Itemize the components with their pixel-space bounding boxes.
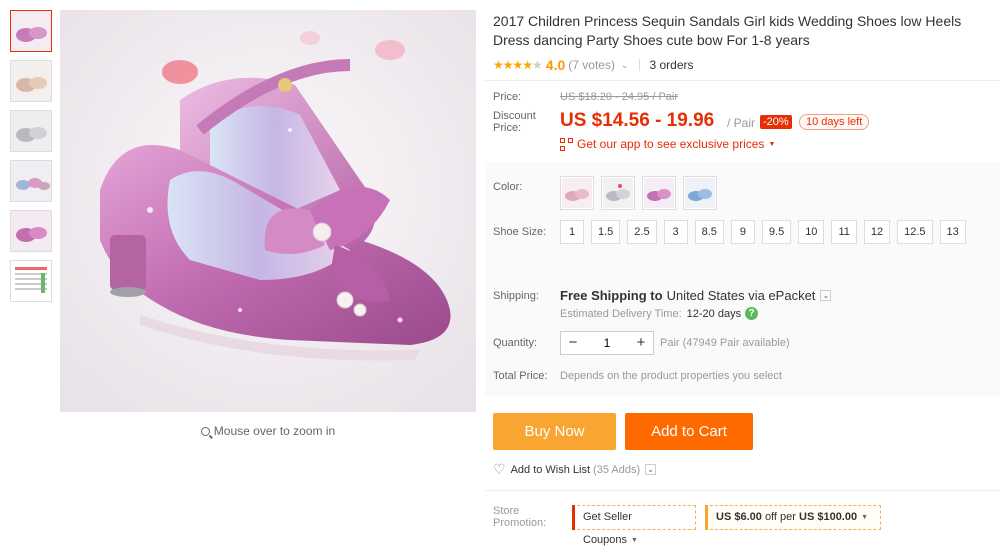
quantity-input[interactable] — [585, 332, 629, 354]
thumbnail-2[interactable] — [10, 60, 52, 102]
seller-coupons-label: Get Seller Coupons — [583, 511, 632, 546]
delivery-row: Estimated Delivery Time: 12-20 days ? — [560, 307, 759, 320]
size-option[interactable]: 11 — [831, 220, 857, 244]
size-option[interactable]: 13 — [939, 220, 966, 244]
total-price-note: Depends on the product properties you se… — [560, 370, 782, 382]
price-unit: / Pair — [727, 116, 756, 130]
add-to-wishlist-link[interactable]: ♡ Add to Wish List (35 Adds) ⌄ — [493, 461, 657, 478]
size-option[interactable]: 10 — [798, 220, 825, 244]
product-info: 2017 Children Princess Sequin Sandals Gi… — [493, 12, 993, 74]
coupon-amount: US $6.00 — [716, 511, 762, 523]
shipping-label: Shipping: — [493, 290, 539, 302]
delivery-days: 12-20 days — [686, 307, 742, 320]
store-promotion-label: Store Promotion: — [493, 505, 546, 529]
thumbnail-3[interactable] — [10, 110, 52, 152]
caret-down-icon: ▼ — [768, 140, 776, 148]
app-promo-text: Get our app to see exclusive prices — [577, 137, 765, 151]
color-label: Color: — [493, 181, 523, 193]
thumbnail-6-size-chart[interactable] — [10, 260, 52, 302]
wishlist-count: (35 Adds) — [593, 463, 641, 476]
product-title: 2017 Children Princess Sequin Sandals Gi… — [493, 13, 962, 48]
discount-label-1: Discount — [493, 110, 536, 122]
zoom-hint: Mouse over to zoom in — [60, 424, 476, 438]
help-icon[interactable]: ? — [745, 307, 759, 320]
orders-count: 3 orders — [649, 58, 694, 72]
quantity-label: Quantity: — [493, 337, 538, 349]
divider-line — [485, 490, 1000, 491]
rating-value: 4.0 — [545, 57, 566, 73]
votes-count[interactable]: (7 votes) — [568, 58, 615, 72]
color-swatch-purple[interactable] — [642, 176, 676, 210]
magnifier-icon — [200, 427, 210, 436]
stars-filled: ★★★★ — [493, 58, 533, 72]
size-option[interactable]: 2.5 — [627, 220, 657, 244]
coupon-off-per: off per — [764, 511, 796, 523]
size-option[interactable]: 12 — [863, 220, 891, 244]
size-option[interactable]: 9.5 — [761, 220, 792, 244]
shipping-destination[interactable]: United States via ePacket — [667, 288, 816, 303]
divider-line — [485, 80, 1000, 81]
discount-label-2: Price: — [493, 122, 522, 134]
chevron-down-icon[interactable]: ⌄ — [621, 60, 629, 71]
heart-icon: ♡ — [493, 461, 506, 477]
color-swatches — [560, 176, 717, 210]
stars-empty: ★ — [532, 58, 543, 72]
delivery-label: Estimated Delivery Time: — [560, 307, 682, 320]
quantity-stepper: − + — [560, 331, 654, 355]
product-page: Mouse over to zoom in 2017 Children Prin… — [0, 0, 1000, 551]
coupon-minimum: US $100.00 — [799, 511, 858, 523]
total-price-label: Total Price: — [493, 370, 548, 382]
minus-icon[interactable]: − — [561, 332, 585, 354]
chevron-down-icon[interactable]: ⌄ — [820, 290, 832, 301]
store-promotion-label-2: Promotion: — [493, 517, 547, 529]
price-label: Price: — [493, 91, 522, 103]
buy-now-button[interactable]: Buy Now — [493, 413, 616, 450]
chevron-down-icon[interactable]: ⌄ — [645, 464, 657, 475]
add-to-cart-button[interactable]: Add to Cart — [625, 413, 753, 450]
original-price: US $18.20 - 24.95 / Pair — [560, 91, 679, 103]
size-option[interactable]: 3 — [663, 220, 688, 244]
seller-coupons-dropdown[interactable]: Get Seller Coupons ▼ — [572, 505, 696, 546]
thumbnail-strip — [10, 10, 52, 310]
rating-stars: ★★★★★ — [493, 58, 543, 72]
size-option[interactable]: 9 — [730, 220, 755, 244]
free-shipping-text: Free Shipping to — [560, 288, 663, 303]
color-swatch-blue[interactable] — [683, 176, 717, 210]
qr-code-icon — [560, 137, 573, 151]
rating-row: ★★★★★ 4.0 (7 votes) ⌄ 3 orders — [493, 56, 993, 74]
store-promotion-label-1: Store — [493, 505, 520, 517]
divider — [638, 59, 640, 71]
size-option[interactable]: 12.5 — [897, 220, 933, 244]
app-promo-link[interactable]: Get our app to see exclusive prices ▼ — [560, 137, 775, 151]
caret-down-icon: ▼ — [631, 537, 638, 544]
main-product-image[interactable] — [60, 10, 476, 412]
size-option[interactable]: 1.5 — [591, 220, 621, 244]
zoom-hint-text: Mouse over to zoom in — [213, 424, 336, 438]
availability-text: Pair (47949 Pair available) — [660, 337, 790, 349]
thumbnail-4[interactable] — [10, 160, 52, 202]
discount-badge: -20% — [760, 115, 792, 129]
coupon-offer-dropdown[interactable]: US $6.00 off per US $100.00 ▼ — [705, 505, 881, 530]
wishlist-label: Add to Wish List — [510, 463, 591, 476]
plus-icon[interactable]: + — [629, 332, 653, 354]
size-options: 1 1.5 2.5 3 8.5 9 9.5 10 11 12 12.5 13 — [560, 220, 980, 244]
color-swatch-pink-gold[interactable] — [560, 176, 594, 210]
thumbnail-1[interactable] — [10, 10, 52, 52]
discount-price: US $14.56 - 19.96 — [560, 110, 715, 131]
size-option[interactable]: 8.5 — [694, 220, 724, 244]
thumbnail-5[interactable] — [10, 210, 52, 252]
shoe-size-label: Shoe Size: — [493, 226, 547, 238]
color-swatch-silver[interactable] — [601, 176, 635, 210]
days-left-badge: 10 days left — [799, 114, 870, 130]
shipping-row: Free Shipping to United States via ePack… — [560, 288, 832, 303]
size-option[interactable]: 1 — [560, 220, 584, 244]
caret-down-icon: ▼ — [861, 514, 869, 521]
